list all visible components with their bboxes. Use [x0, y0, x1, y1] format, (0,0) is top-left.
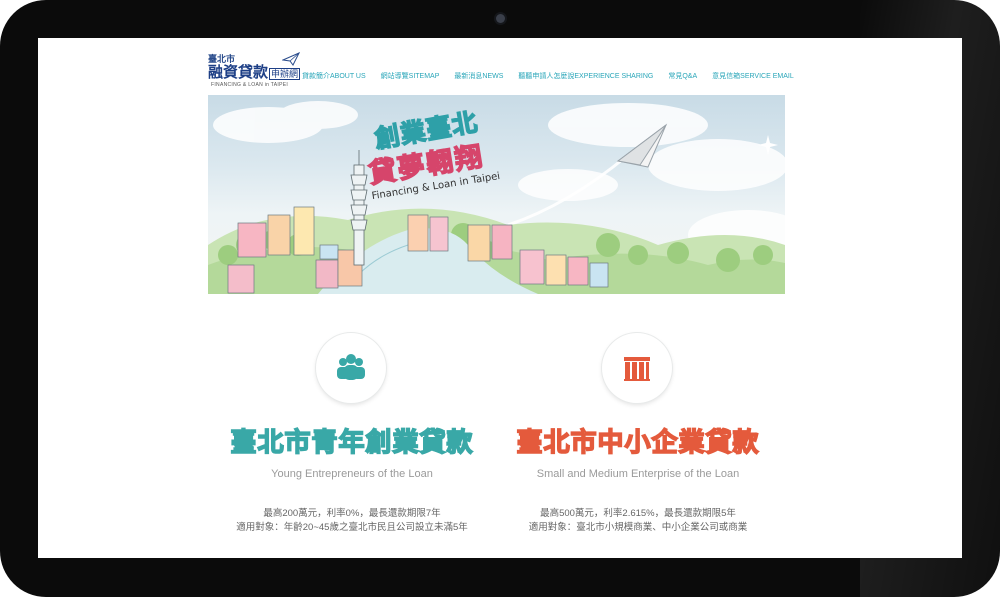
logo-badge: 申辦網 — [269, 67, 301, 80]
sme-loan-icon-circle[interactable] — [602, 333, 672, 403]
youth-loan-desc-line2: 適用對象：年齡20~45歲之臺北市民且公司設立未滿5年 — [236, 522, 468, 533]
youth-loan-subtitle: Young Entrepreneurs of the Loan — [271, 468, 433, 480]
sme-loan-description: 最高500萬元，利率2.615%，最長還款期限5年 適用對象：臺北市小規模商業、… — [488, 507, 788, 535]
site-logo[interactable]: 臺北市 融資貸款 申辦網 FINANCING & LOAN in TAIPEI — [208, 52, 301, 92]
nav-qa[interactable]: 常見Q&A — [668, 71, 697, 81]
hero-banner[interactable]: 創業臺北 貸夢翱翔 Financing & Loan in Taipei — [208, 95, 785, 294]
sme-loan-subtitle: Small and Medium Enterprise of the Loan — [536, 468, 740, 480]
main-nav: 貸款簡介ABOUT US 網站導覽SITEMAP 最新消息NEWS 聽聽申請人怎… — [302, 71, 794, 81]
sme-loan-desc-line2: 適用對象：臺北市小規模商業、中小企業公司或商業 — [528, 522, 748, 533]
sme-loan-title[interactable]: 臺北市中小企業貸款 — [488, 422, 788, 459]
youth-loan-title[interactable]: 臺北市青年創業貸款 — [202, 422, 502, 459]
nav-news[interactable]: 最新消息NEWS — [454, 71, 503, 81]
youth-loan-icon-circle[interactable] — [316, 333, 386, 403]
building-icon — [624, 357, 650, 381]
browser-screen: 臺北市 融資貸款 申辦網 FINANCING & LOAN in TAIPEI 貸… — [38, 38, 962, 558]
logo-main: 融資貸款 — [208, 64, 269, 81]
nav-sitemap[interactable]: 網站導覽SITEMAP — [381, 71, 440, 81]
youth-loan-description: 最高200萬元，利率0%，最長還款期限7年 適用對象：年齡20~45歲之臺北市民… — [202, 507, 502, 535]
nav-experience[interactable]: 聽聽申請人怎麼說EXPERIENCE SHARING — [518, 71, 653, 81]
logo-english: FINANCING & LOAN in TAIPEI — [211, 82, 289, 88]
people-icon — [337, 354, 365, 380]
paper-plane-icon — [282, 52, 300, 66]
camera-dot — [496, 14, 505, 23]
nav-email[interactable]: 意見信箱SERVICE EMAIL — [712, 71, 794, 81]
sme-loan-desc-line1: 最高500萬元，利率2.615%，最長還款期限5年 — [540, 508, 736, 519]
banner-illustration — [208, 101, 785, 294]
youth-loan-desc-line1: 最高200萬元，利率0%，最長還款期限7年 — [263, 508, 441, 519]
nav-about[interactable]: 貸款簡介ABOUT US — [302, 71, 366, 81]
